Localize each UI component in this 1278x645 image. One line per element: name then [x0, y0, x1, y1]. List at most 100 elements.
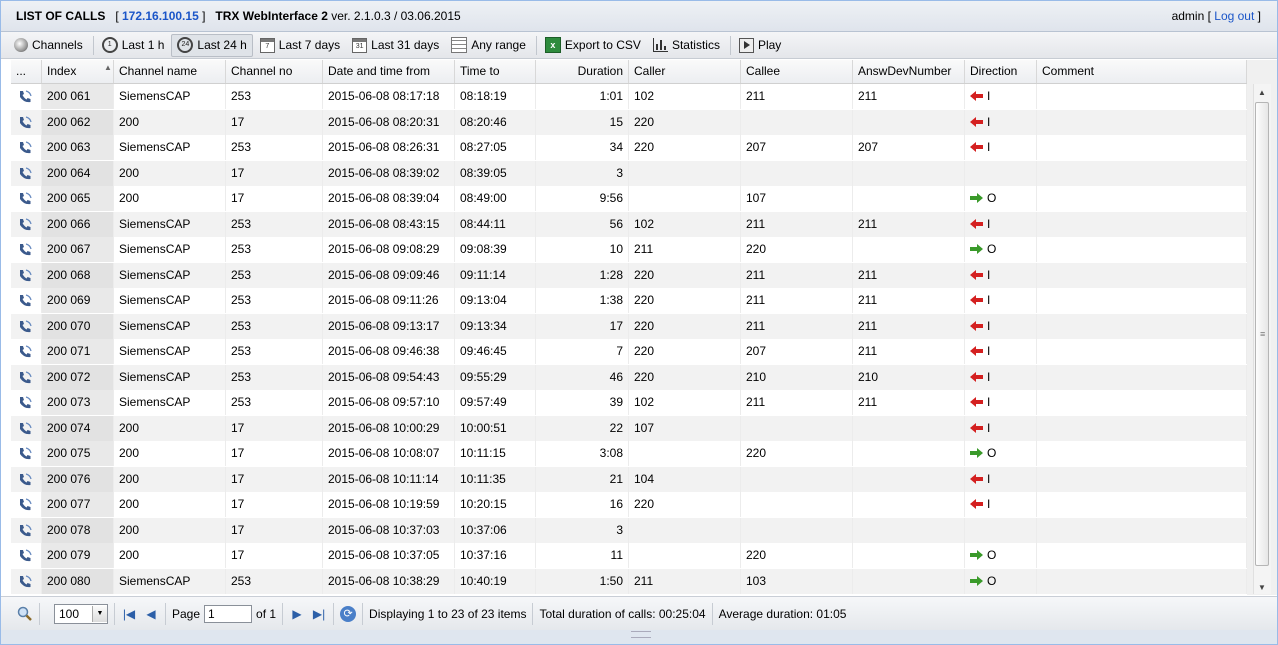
- column-header-callee[interactable]: Callee: [741, 60, 853, 83]
- phone-play-icon[interactable]: [18, 370, 32, 385]
- refresh-icon[interactable]: ⟳: [340, 605, 357, 622]
- scroll-thumb[interactable]: ≡: [1255, 102, 1269, 566]
- table-row[interactable]: 200 066 SiemensCAP 253 2015-06-08 08:43:15 0…: [11, 211, 1247, 237]
- table-row[interactable]: 200 073 SiemensCAP 253 2015-06-08 09:57:10 0…: [11, 390, 1247, 415]
- phone-play-icon[interactable]: [18, 549, 32, 563]
- vertical-scrollbar[interactable]: ▲ ≡ ▼: [1247, 60, 1277, 595]
- row-play-cell[interactable]: [11, 160, 42, 186]
- row-play-cell[interactable]: [11, 364, 42, 390]
- first-page-icon[interactable]: |◀: [121, 606, 137, 622]
- table-row[interactable]: 200 080 SiemensCAP 253 2015-06-08 10:38:29 1…: [11, 568, 1247, 594]
- row-play-cell[interactable]: [11, 466, 42, 492]
- last-31-days-button[interactable]: 31 Last 31 days: [347, 34, 444, 57]
- phone-play-icon[interactable]: [18, 472, 32, 487]
- row-play-cell[interactable]: [11, 492, 42, 517]
- phone-play-icon[interactable]: [18, 294, 32, 308]
- column-header-index[interactable]: Index ▲: [42, 60, 114, 83]
- table-row[interactable]: 200 062 200 17 2015-06-08 08:20:31 08:20:46 1…: [11, 109, 1247, 135]
- channels-button[interactable]: Channels: [9, 34, 88, 57]
- row-play-cell[interactable]: [11, 186, 42, 211]
- row-play-cell[interactable]: [11, 262, 42, 288]
- last-24h-button[interactable]: 24 Last 24 h: [171, 33, 253, 57]
- table-row[interactable]: 200 064 200 17 2015-06-08 08:39:02 08:39:05 3: [11, 160, 1247, 186]
- phone-play-icon[interactable]: [18, 421, 32, 436]
- table-row[interactable]: 200 077 200 17 2015-06-08 10:19:59 10:20:15 1…: [11, 492, 1247, 517]
- phone-play-icon[interactable]: [18, 523, 32, 538]
- table-row[interactable]: 200 069 SiemensCAP 253 2015-06-08 09:11:26 0…: [11, 288, 1247, 313]
- phone-play-icon[interactable]: [18, 90, 32, 104]
- row-play-cell[interactable]: [11, 415, 42, 441]
- row-play-cell[interactable]: [11, 568, 42, 594]
- page-number-input[interactable]: [204, 604, 253, 623]
- search-icon[interactable]: [17, 606, 33, 622]
- last-page-icon[interactable]: ▶|: [311, 606, 327, 622]
- row-play-cell[interactable]: [11, 211, 42, 237]
- scroll-down-arrow-icon[interactable]: ▼: [1256, 583, 1268, 593]
- column-header-caller[interactable]: Caller: [629, 60, 741, 83]
- cell-date-from: 2015-06-08 10:37:03: [323, 517, 455, 543]
- logout-link[interactable]: Log out: [1214, 9, 1254, 23]
- column-header-duration[interactable]: Duration: [536, 60, 629, 83]
- phone-play-icon[interactable]: [18, 498, 32, 512]
- chevron-down-icon[interactable]: ▼: [92, 605, 107, 622]
- row-play-cell[interactable]: [11, 313, 42, 339]
- row-play-cell[interactable]: [11, 339, 42, 364]
- resize-grip-icon[interactable]: [631, 631, 651, 638]
- table-row[interactable]: 200 075 200 17 2015-06-08 10:08:07 10:11:15 3…: [11, 441, 1247, 466]
- row-play-cell[interactable]: [11, 135, 42, 160]
- phone-play-icon[interactable]: [18, 319, 32, 334]
- phone-play-icon[interactable]: [18, 141, 32, 155]
- play-button[interactable]: Play: [734, 34, 786, 57]
- table-row[interactable]: 200 076 200 17 2015-06-08 10:11:14 10:11:35 2…: [11, 466, 1247, 492]
- table-row[interactable]: 200 071 SiemensCAP 253 2015-06-08 09:46:38 0…: [11, 339, 1247, 364]
- row-play-cell[interactable]: [11, 543, 42, 568]
- column-header-channel-name[interactable]: Channel name: [114, 60, 226, 83]
- previous-page-icon[interactable]: ◀: [143, 606, 159, 622]
- table-row[interactable]: 200 063 SiemensCAP 253 2015-06-08 08:26:31 0…: [11, 135, 1247, 160]
- any-range-button[interactable]: Any range: [446, 34, 531, 57]
- table-row[interactable]: 200 061 SiemensCAP 253 2015-06-08 08:17:18 0…: [11, 84, 1247, 109]
- cell-channel-no: 17: [226, 543, 323, 568]
- table-row[interactable]: 200 079 200 17 2015-06-08 10:37:05 10:37:16 1…: [11, 543, 1247, 568]
- column-header-answ-dev[interactable]: AnswDevNumber: [853, 60, 965, 83]
- table-row[interactable]: 200 068 SiemensCAP 253 2015-06-08 09:09:46 0…: [11, 262, 1247, 288]
- table-row[interactable]: 200 070 SiemensCAP 253 2015-06-08 09:13:17 0…: [11, 313, 1247, 339]
- table-row[interactable]: 200 074 200 17 2015-06-08 10:00:29 10:00:51 2…: [11, 415, 1247, 441]
- table-row[interactable]: 200 065 200 17 2015-06-08 08:39:04 08:49:00 9…: [11, 186, 1247, 211]
- last-7-days-button[interactable]: 7 Last 7 days: [255, 34, 345, 57]
- row-play-cell[interactable]: [11, 390, 42, 415]
- phone-play-icon[interactable]: [18, 192, 32, 206]
- cell-callee: [741, 517, 853, 543]
- column-header-time-to[interactable]: Time to: [455, 60, 536, 83]
- page-size-select[interactable]: 100 ▼: [54, 603, 108, 624]
- column-menu[interactable]: ...: [11, 60, 42, 83]
- phone-play-icon[interactable]: [18, 243, 32, 257]
- column-header-direction[interactable]: Direction: [965, 60, 1037, 83]
- calls-grid-body: 200 061 SiemensCAP 253 2015-06-08 08:17:18 0…: [11, 84, 1247, 594]
- row-play-cell[interactable]: [11, 441, 42, 466]
- column-header-channel-no[interactable]: Channel no: [226, 60, 323, 83]
- phone-play-icon[interactable]: [18, 268, 32, 283]
- statistics-button[interactable]: Statistics: [648, 34, 725, 57]
- phone-play-icon[interactable]: [18, 574, 32, 589]
- next-page-icon[interactable]: ▶: [289, 606, 305, 622]
- column-header-comment[interactable]: Comment: [1037, 60, 1247, 83]
- row-play-cell[interactable]: [11, 288, 42, 313]
- scroll-up-arrow-icon[interactable]: ▲: [1256, 88, 1268, 98]
- phone-play-icon[interactable]: [18, 396, 32, 410]
- row-play-cell[interactable]: [11, 517, 42, 543]
- export-csv-button[interactable]: x Export to CSV: [540, 34, 646, 57]
- phone-play-icon[interactable]: [18, 217, 32, 232]
- column-header-date-from[interactable]: Date and time from: [323, 60, 455, 83]
- last-1h-button[interactable]: 1 Last 1 h: [97, 34, 170, 57]
- phone-play-icon[interactable]: [18, 166, 32, 181]
- table-row[interactable]: 200 078 200 17 2015-06-08 10:37:03 10:37:06 3: [11, 517, 1247, 543]
- row-play-cell[interactable]: [11, 237, 42, 262]
- table-row[interactable]: 200 072 SiemensCAP 253 2015-06-08 09:54:43 0…: [11, 364, 1247, 390]
- table-row[interactable]: 200 067 SiemensCAP 253 2015-06-08 09:08:29 0…: [11, 237, 1247, 262]
- row-play-cell[interactable]: [11, 109, 42, 135]
- phone-play-icon[interactable]: [18, 115, 32, 130]
- row-play-cell[interactable]: [11, 84, 42, 109]
- phone-play-icon[interactable]: [18, 345, 32, 359]
- phone-play-icon[interactable]: [18, 447, 32, 461]
